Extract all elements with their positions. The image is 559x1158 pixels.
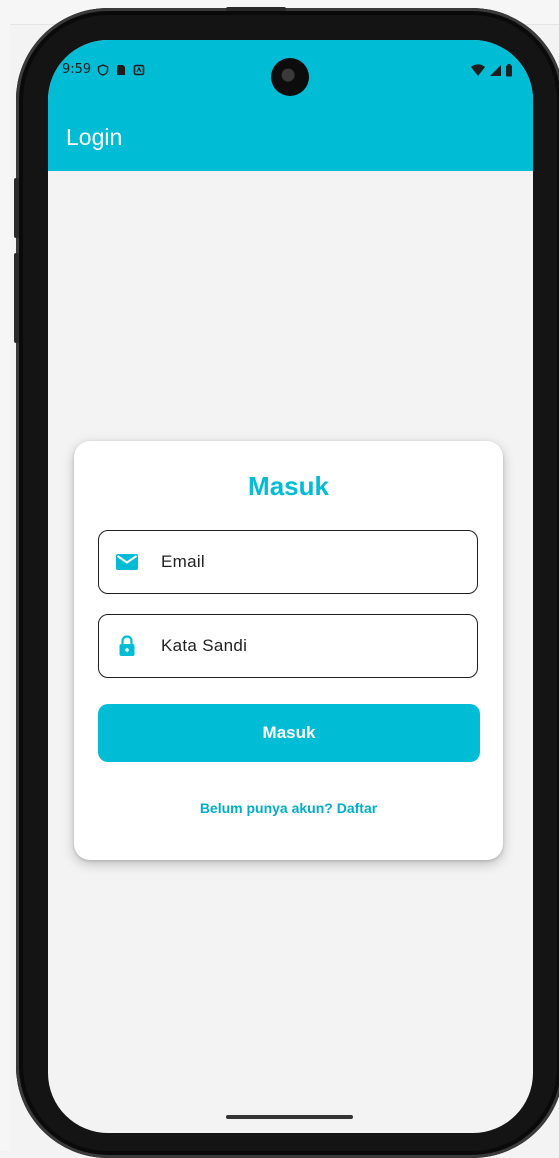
- notification-icon: [133, 64, 145, 75]
- emulator-left-strip: [0, 24, 10, 1151]
- mail-icon: [115, 550, 139, 574]
- home-indicator[interactable]: [226, 1115, 353, 1119]
- battery-icon: [506, 64, 512, 77]
- lock-icon: [115, 634, 139, 658]
- email-placeholder: Email: [161, 552, 206, 571]
- sd-card-icon: [117, 64, 126, 75]
- status-bar-right: [470, 64, 513, 77]
- top-button: [226, 7, 286, 11]
- password-placeholder: Kata Sandi: [161, 636, 248, 655]
- vpn-shield-icon: [98, 63, 109, 76]
- password-field[interactable]: Kata Sandi: [98, 614, 478, 678]
- app-bar: 9:59 Login: [48, 40, 533, 171]
- email-field[interactable]: Email: [98, 530, 478, 594]
- status-bar-left: 9:59: [62, 62, 145, 77]
- volume-button: [14, 178, 19, 238]
- login-button[interactable]: Masuk: [98, 704, 480, 762]
- login-card: Masuk Email Kata Sandi Masuk Belum punya…: [74, 441, 503, 860]
- status-time: 9:59: [62, 62, 92, 77]
- register-link[interactable]: Belum punya akun? Daftar: [74, 800, 503, 816]
- front-camera: [271, 58, 309, 96]
- app-bar-title: Login: [66, 124, 123, 150]
- card-title: Masuk: [248, 471, 329, 501]
- signal-icon: [490, 65, 501, 76]
- power-button: [14, 253, 19, 343]
- wifi-icon: [471, 64, 485, 76]
- device-screen: 9:59 Login Masuk Email Kata Sandi Masuk …: [48, 40, 533, 1133]
